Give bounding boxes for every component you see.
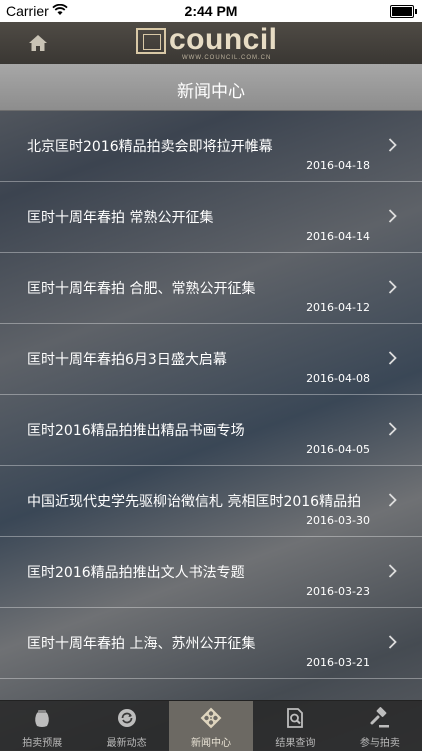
chevron-right-icon	[388, 564, 397, 578]
news-date: 2016-03-30	[306, 514, 370, 527]
tab-bar: 拍卖预展 最新动态 新闻中心 结果查询 参与拍卖	[0, 700, 422, 751]
news-headline: 中国近现代史学先驱柳诒徵信札 亮相匡时2016精品拍	[27, 494, 362, 510]
news-headline: 匡时十周年春拍 上海、苏州公开征集	[27, 636, 256, 652]
news-item[interactable]: 北京匡时2016精品拍卖会即将拉开帷幕 2016-04-18	[0, 111, 422, 182]
tab-label: 最新动态	[106, 738, 147, 749]
seal-icon	[136, 28, 166, 54]
news-date: 2016-03-23	[306, 585, 370, 598]
refresh-icon	[117, 709, 136, 727]
tab-auction-preview[interactable]: 拍卖预展	[0, 701, 84, 751]
news-headline: 匡时十周年春拍 常熟公开征集	[27, 210, 214, 226]
tab-results-query[interactable]: 结果查询	[253, 701, 337, 751]
page-title-bar: 新闻中心	[0, 64, 422, 111]
clock: 2:44 PM	[184, 3, 238, 19]
chevron-right-icon	[388, 422, 397, 436]
chevron-right-icon	[388, 635, 397, 649]
app-header: council WWW.COUNCIL.COM.CN	[0, 22, 422, 64]
news-item[interactable]: 匡时十周年春拍 上海、苏州公开征集 2016-03-21	[0, 608, 422, 679]
page-title: 新闻中心	[177, 82, 245, 102]
news-date: 2016-04-12	[306, 301, 370, 314]
news-date: 2016-04-14	[306, 230, 370, 243]
status-bar: Carrier 2:44 PM	[0, 0, 422, 22]
news-headline: 匡时十周年春拍6月3日盛大启幕	[27, 352, 227, 368]
news-headline: 匡时十周年春拍 合肥、常熟公开征集	[27, 281, 256, 297]
brand-logo: council WWW.COUNCIL.COM.CN	[136, 23, 296, 61]
tab-label: 拍卖预展	[22, 738, 63, 749]
news-date: 2016-04-18	[306, 159, 370, 172]
gavel-icon	[370, 707, 389, 728]
news-date: 2016-03-21	[306, 656, 370, 669]
news-headline: 匡时2016精品拍推出精品书画专场	[27, 423, 245, 439]
home-icon[interactable]	[28, 34, 48, 52]
chevron-right-icon	[388, 351, 397, 365]
logo-subtext: WWW.COUNCIL.COM.CN	[182, 55, 272, 61]
news-item[interactable]: 匡时2016精品拍推出文人书法专题 2016-03-23	[0, 537, 422, 608]
news-icon	[200, 707, 222, 729]
tab-label: 结果查询	[275, 738, 316, 749]
tab-join-auction[interactable]: 参与拍卖	[338, 701, 422, 751]
tab-news-center[interactable]: 新闻中心	[168, 701, 254, 751]
search-document-icon	[287, 708, 304, 728]
news-item[interactable]: 中国近现代史学先驱柳诒徵信札 亮相匡时2016精品拍 2016-03-30	[0, 466, 422, 537]
chevron-right-icon	[388, 493, 397, 507]
chevron-right-icon	[388, 209, 397, 223]
tab-label: 新闻中心	[191, 738, 232, 749]
chevron-right-icon	[388, 138, 397, 152]
chevron-right-icon	[388, 280, 397, 294]
news-date: 2016-04-08	[306, 372, 370, 385]
news-item[interactable]: 匡时十周年春拍 合肥、常熟公开征集 2016-04-12	[0, 253, 422, 324]
news-item[interactable]: 匡时十周年春拍6月3日盛大启幕 2016-04-08	[0, 324, 422, 395]
battery-icon	[390, 5, 417, 18]
news-list: 北京匡时2016精品拍卖会即将拉开帷幕 2016-04-18 匡时十周年春拍 常…	[0, 111, 422, 679]
news-item[interactable]: 匡时十周年春拍 常熟公开征集 2016-04-14	[0, 182, 422, 253]
logo-text: council	[169, 23, 278, 56]
tab-label: 参与拍卖	[359, 738, 400, 749]
news-headline: 匡时2016精品拍推出文人书法专题	[27, 565, 245, 581]
news-date: 2016-04-05	[306, 443, 370, 456]
tab-latest-news[interactable]: 最新动态	[84, 701, 168, 751]
news-item[interactable]: 匡时2016精品拍推出精品书画专场 2016-04-05	[0, 395, 422, 466]
news-headline: 北京匡时2016精品拍卖会即将拉开帷幕	[27, 139, 273, 155]
auction-preview-icon	[35, 710, 50, 727]
